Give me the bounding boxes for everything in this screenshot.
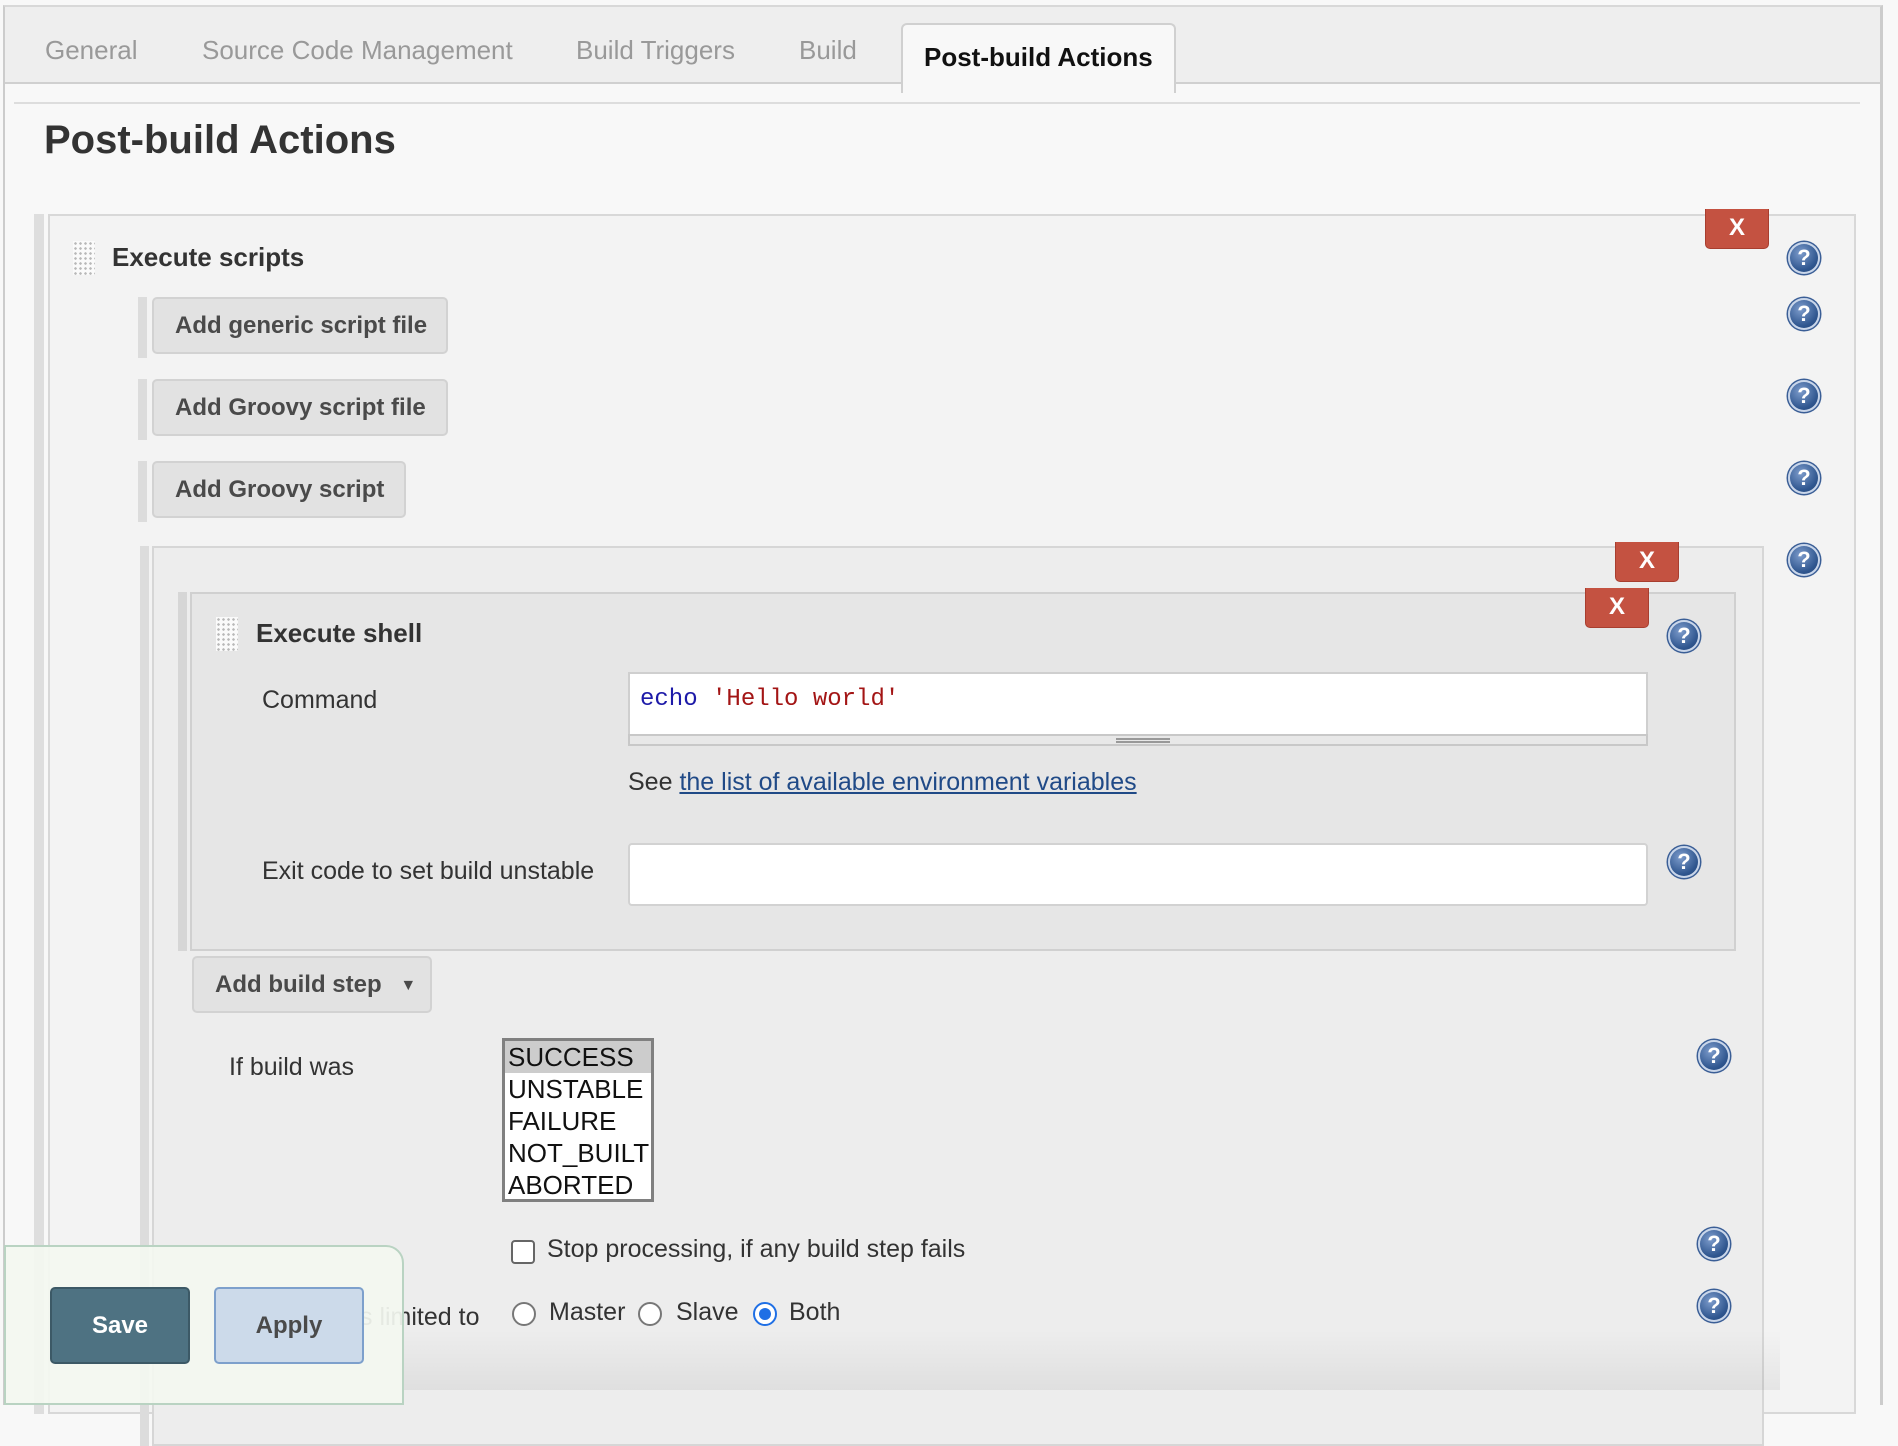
tab-build-triggers[interactable]: Build Triggers [576,35,735,66]
build-result-option[interactable]: ABORTED [505,1169,651,1201]
dropdown-arrow-icon: ▼ [400,977,417,994]
divider [14,102,1860,104]
build-result-option[interactable]: SUCCESS [505,1041,651,1073]
page-title: Post-build Actions [44,118,396,162]
command-string: 'Hello world' [712,686,900,713]
radio-master-label: Master [549,1298,626,1326]
apply-button[interactable]: Apply [214,1287,364,1364]
build-result-option[interactable]: FAILURE [505,1105,651,1137]
drag-handle-icon[interactable] [216,617,238,651]
help-icon[interactable]: ? [1788,298,1820,330]
radio-master[interactable] [512,1302,536,1326]
env-vars-link[interactable]: the list of available environment variab… [679,768,1136,796]
help-icon[interactable]: ? [1698,1228,1730,1260]
radio-slave-label: Slave [676,1298,739,1326]
add-generic-script-file-button[interactable]: Add generic script file [152,297,448,354]
build-result-listbox[interactable]: SUCCESS UNSTABLE FAILURE NOT_BUILT ABORT… [502,1038,654,1202]
radio-both-label: Both [789,1298,841,1326]
build-result-option[interactable]: UNSTABLE [505,1073,651,1105]
radio-slave[interactable] [638,1302,662,1326]
command-keyword: echo [640,686,698,713]
tab-bar: General Source Code Management Build Tri… [5,7,1880,93]
help-icon[interactable]: ? [1698,1040,1730,1072]
resize-grip-icon [1116,738,1170,743]
exit-code-input[interactable] [628,843,1648,906]
help-icon[interactable]: ? [1698,1290,1730,1322]
command-label: Command [262,686,378,714]
add-build-step-button[interactable]: Add build step ▼ [192,956,432,1013]
help-icon[interactable]: ? [1668,620,1700,652]
add-groovy-script-file-button[interactable]: Add Groovy script file [152,379,448,436]
exit-code-label: Exit code to set build unstable [262,857,595,885]
help-icon[interactable]: ? [1788,544,1820,576]
stop-processing-label: Stop processing, if any build step fails [547,1235,966,1263]
execute-shell-heading: Execute shell [256,618,423,648]
help-icon[interactable]: ? [1788,242,1820,274]
tab-post-build-actions[interactable]: Post-build Actions [901,23,1176,93]
radio-both[interactable] [753,1302,777,1326]
drag-handle-icon[interactable] [73,241,95,275]
textarea-resize-handle[interactable] [628,734,1648,746]
delete-execute-shell-button[interactable]: X [1585,588,1649,628]
help-icon[interactable]: ? [1788,462,1820,494]
tab-general[interactable]: General [45,35,138,66]
if-build-was-label: If build was [229,1053,355,1081]
build-result-option[interactable]: NOT_BUILT [505,1137,651,1169]
save-button[interactable]: Save [50,1287,190,1364]
stop-processing-checkbox[interactable] [511,1240,535,1264]
help-icon[interactable]: ? [1668,846,1700,878]
add-groovy-script-button[interactable]: Add Groovy script [152,461,406,518]
help-icon[interactable]: ? [1788,380,1820,412]
delete-build-step-container-button[interactable]: X [1615,542,1679,582]
delete-execute-scripts-button[interactable]: X [1705,209,1769,249]
env-vars-hint: See the list of available environment va… [628,768,1137,796]
tab-build[interactable]: Build [799,35,857,66]
tab-source-code-management[interactable]: Source Code Management [202,35,513,66]
execute-scripts-heading: Execute scripts [112,242,305,272]
